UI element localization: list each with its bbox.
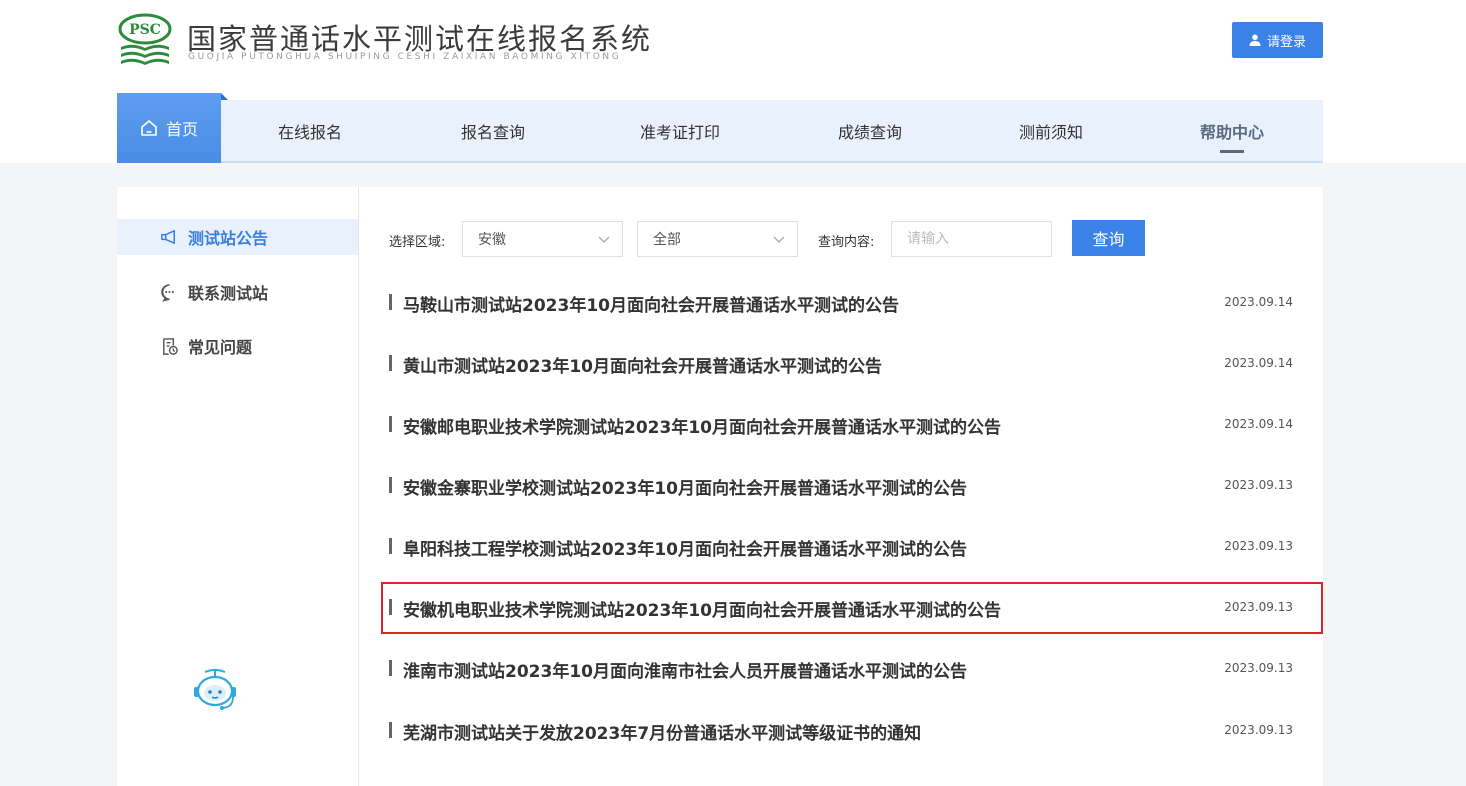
category-select[interactable]: 全部 (637, 221, 798, 257)
nav-item-home[interactable]: 首页 (117, 93, 228, 163)
nav-item-registration-query[interactable]: 报名查询 (430, 100, 556, 161)
sidebar-item-contact-station[interactable]: 联系测试站 (117, 274, 358, 310)
announcement-title: 安徽邮电职业技术学院测试站2023年10月面向社会开展普通话水平测试的公告 (403, 418, 1001, 438)
announcement-item[interactable]: 安徽邮电职业技术学院测试站2023年10月面向社会开展普通话水平测试的公告 20… (381, 399, 1323, 451)
search-button[interactable]: 查询 (1072, 220, 1145, 256)
list-marker (389, 294, 392, 310)
nav-home-label: 首页 (165, 120, 198, 139)
announcement-date: 2023.09.13 (1224, 661, 1293, 675)
list-marker (389, 538, 392, 554)
announcement-item[interactable]: 阜阳科技工程学校测试站2023年10月面向社会开展普通话水平测试的公告 2023… (381, 521, 1323, 573)
chevron-down-icon (773, 236, 785, 243)
list-marker (389, 416, 392, 432)
nav-item-test-notes[interactable]: 测前须知 (988, 100, 1114, 161)
announcement-title: 阜阳科技工程学校测试站2023年10月面向社会开展普通话水平测试的公告 (403, 540, 967, 560)
list-marker (389, 722, 392, 738)
announcement-date: 2023.09.14 (1224, 295, 1293, 309)
document-clock-icon (163, 337, 178, 355)
header: PSC 国家普通话水平测试在线报名系统 GUOJIA PUTONGHUA SHU… (0, 0, 1466, 163)
announcement-date: 2023.09.14 (1224, 417, 1293, 431)
announcement-date: 2023.09.13 (1224, 478, 1293, 492)
login-button[interactable]: 请登录 (1232, 22, 1323, 58)
announcement-title: 安徽机电职业技术学院测试站2023年10月面向社会开展普通话水平测试的公告 (403, 601, 1001, 621)
announcement-title: 淮南市测试站2023年10月面向淮南市社会人员开展普通话水平测试的公告 (403, 662, 967, 682)
chat-bubble-icon (161, 283, 174, 302)
search-input[interactable] (891, 221, 1052, 257)
announcement-title: 安徽金寨职业学校测试站2023年10月面向社会开展普通话水平测试的公告 (403, 479, 967, 499)
announcement-item[interactable]: 淮南市测试站2023年10月面向淮南市社会人员开展普通话水平测试的公告 2023… (381, 643, 1323, 695)
list-marker (389, 355, 392, 371)
nav-item-score-query[interactable]: 成绩查询 (807, 100, 933, 161)
announcement-item[interactable]: 黄山市测试站2023年10月面向社会开展普通话水平测试的公告 2023.09.1… (381, 338, 1323, 390)
main-nav: 首页 在线报名 报名查询 准考证打印 成绩查询 测前须知 帮助中心 (117, 93, 1323, 163)
logo-text: PSC (129, 22, 161, 38)
announcement-date: 2023.09.13 (1224, 600, 1293, 614)
nav-item-help-center[interactable]: 帮助中心 (1169, 100, 1295, 161)
psc-logo: PSC (118, 13, 172, 65)
announcement-item[interactable]: 马鞍山市测试站2023年10月面向社会开展普通话水平测试的公告 2023.09.… (381, 277, 1323, 329)
announcement-date: 2023.09.13 (1224, 723, 1293, 737)
announcement-date: 2023.09.13 (1224, 539, 1293, 553)
announcement-title: 黄山市测试站2023年10月面向社会开展普通话水平测试的公告 (403, 357, 882, 377)
site-subtitle: GUOJIA PUTONGHUA SHUIPING CESHI ZAIXIAN … (188, 52, 622, 62)
region-select[interactable]: 安徽 (462, 221, 623, 257)
list-marker (389, 599, 392, 615)
announcement-item[interactable]: 安徽金寨职业学校测试站2023年10月面向社会开展普通话水平测试的公告 2023… (381, 460, 1323, 512)
region-select-value: 安徽 (478, 232, 506, 248)
region-label: 选择区域: (389, 235, 446, 250)
user-icon (1249, 34, 1261, 46)
announcement-title: 马鞍山市测试站2023年10月面向社会开展普通话水平测试的公告 (403, 296, 899, 316)
announcement-date: 2023.09.14 (1224, 356, 1293, 370)
home-icon (141, 120, 157, 136)
login-label: 请登录 (1266, 34, 1306, 50)
content-panel: 测试站公告 联系测试站 常见问题 选择区域: 安徽 全部 查询内容: 请输入 查… (117, 187, 1323, 786)
sidebar-item-label: 测试站公告 (188, 229, 269, 248)
nav-item-online-registration[interactable]: 在线报名 (247, 100, 373, 161)
query-label: 查询内容: (818, 235, 875, 250)
announcement-title: 芜湖市测试站关于发放2023年7月份普通话水平测试等级证书的通知 (403, 724, 922, 744)
list-marker (389, 660, 392, 676)
list-marker (389, 477, 392, 493)
megaphone-icon (161, 229, 176, 244)
category-select-value: 全部 (653, 232, 681, 248)
sidebar-item-faq[interactable]: 常见问题 (117, 328, 358, 364)
sidebar-item-announcements[interactable]: 测试站公告 (117, 219, 358, 255)
sidebar: 测试站公告 联系测试站 常见问题 (117, 187, 359, 786)
customer-service-robot-icon[interactable] (189, 669, 241, 711)
chevron-down-icon (598, 236, 610, 243)
announcement-item-highlighted[interactable]: 安徽机电职业技术学院测试站2023年10月面向社会开展普通话水平测试的公告 20… (381, 582, 1323, 634)
sidebar-item-label: 常见问题 (188, 338, 253, 357)
nav-item-admission-ticket[interactable]: 准考证打印 (610, 100, 750, 161)
announcement-item[interactable]: 芜湖市测试站关于发放2023年7月份普通话水平测试等级证书的通知 2023.09… (381, 705, 1323, 757)
sidebar-item-label: 联系测试站 (188, 284, 269, 303)
